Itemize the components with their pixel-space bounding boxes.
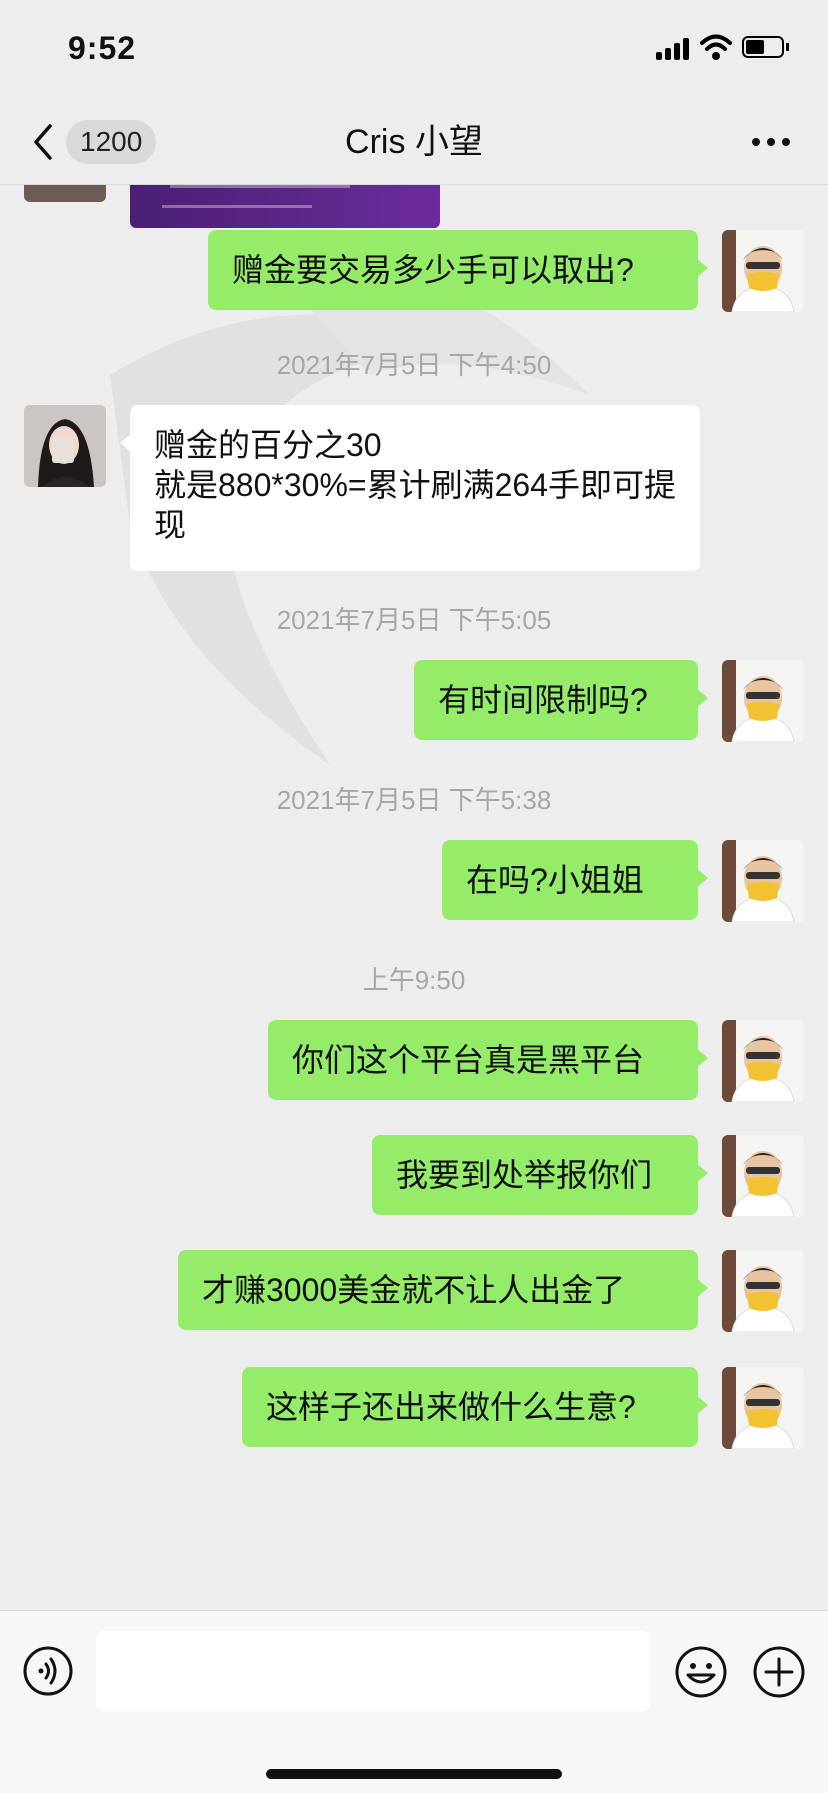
chat-title: Cris 小望 xyxy=(345,123,483,161)
watermark-logo xyxy=(110,260,590,765)
avatar-self[interactable] xyxy=(722,1020,804,1102)
timestamp: 2021年7月5日 下午5:05 xyxy=(276,605,552,635)
avatar-self[interactable] xyxy=(722,1250,804,1332)
message-bubble-self[interactable]: 有时间限制吗? xyxy=(414,660,708,740)
timestamp: 上午9:50 xyxy=(362,965,466,995)
avatar-self[interactable] xyxy=(722,230,804,312)
avatar-self[interactable] xyxy=(722,1367,804,1449)
timestamp: 2021年7月5日 下午4:50 xyxy=(276,350,552,380)
avatar-self[interactable] xyxy=(722,1135,804,1217)
message-bubble-other[interactable]: 赠金的百分之30 就是880*30%=累计刷满264手即可提现 xyxy=(120,405,700,571)
signal-icon xyxy=(656,36,692,60)
plus-icon[interactable] xyxy=(752,1645,806,1699)
message-bubble-self[interactable]: 赠金要交易多少手可以取出? xyxy=(208,230,708,310)
message-bubble-self[interactable]: 你们这个平台真是黑平台 xyxy=(268,1020,708,1100)
avatar-self[interactable] xyxy=(722,840,804,922)
more-dots-icon[interactable] xyxy=(752,138,792,148)
message-bubble-self[interactable]: 这样子还出来做什么生意? xyxy=(242,1367,708,1447)
previous-image-message[interactable] xyxy=(130,185,440,228)
nav-bar: 1200 Cris 小望 xyxy=(0,100,828,185)
voice-icon[interactable] xyxy=(22,1645,74,1697)
timestamp: 2021年7月5日 下午5:38 xyxy=(276,785,552,815)
chat-area[interactable]: 赠金要交易多少手可以取出? 2021年7月5日 下午4:50 赠金的百分之30 就是… xyxy=(0,185,828,1610)
status-time: 9:52 xyxy=(68,30,137,66)
message-bubble-self[interactable]: 在吗?小姐姐 xyxy=(442,840,708,920)
message-input[interactable] xyxy=(96,1631,650,1711)
message-bubble-self[interactable]: 我要到处举报你们 xyxy=(372,1135,708,1215)
avatar-self[interactable] xyxy=(722,660,804,742)
avatar-other-partial[interactable] xyxy=(24,185,106,202)
input-bar xyxy=(0,1610,828,1793)
wifi-icon xyxy=(700,34,732,60)
status-bar: 9:52 xyxy=(0,0,828,100)
avatar-other[interactable] xyxy=(24,405,106,487)
emoji-icon[interactable] xyxy=(674,1645,728,1699)
message-bubble-self[interactable]: 才赚3000美金就不让人出金了 xyxy=(178,1250,708,1330)
home-indicator xyxy=(266,1769,562,1779)
battery-icon xyxy=(742,36,790,60)
